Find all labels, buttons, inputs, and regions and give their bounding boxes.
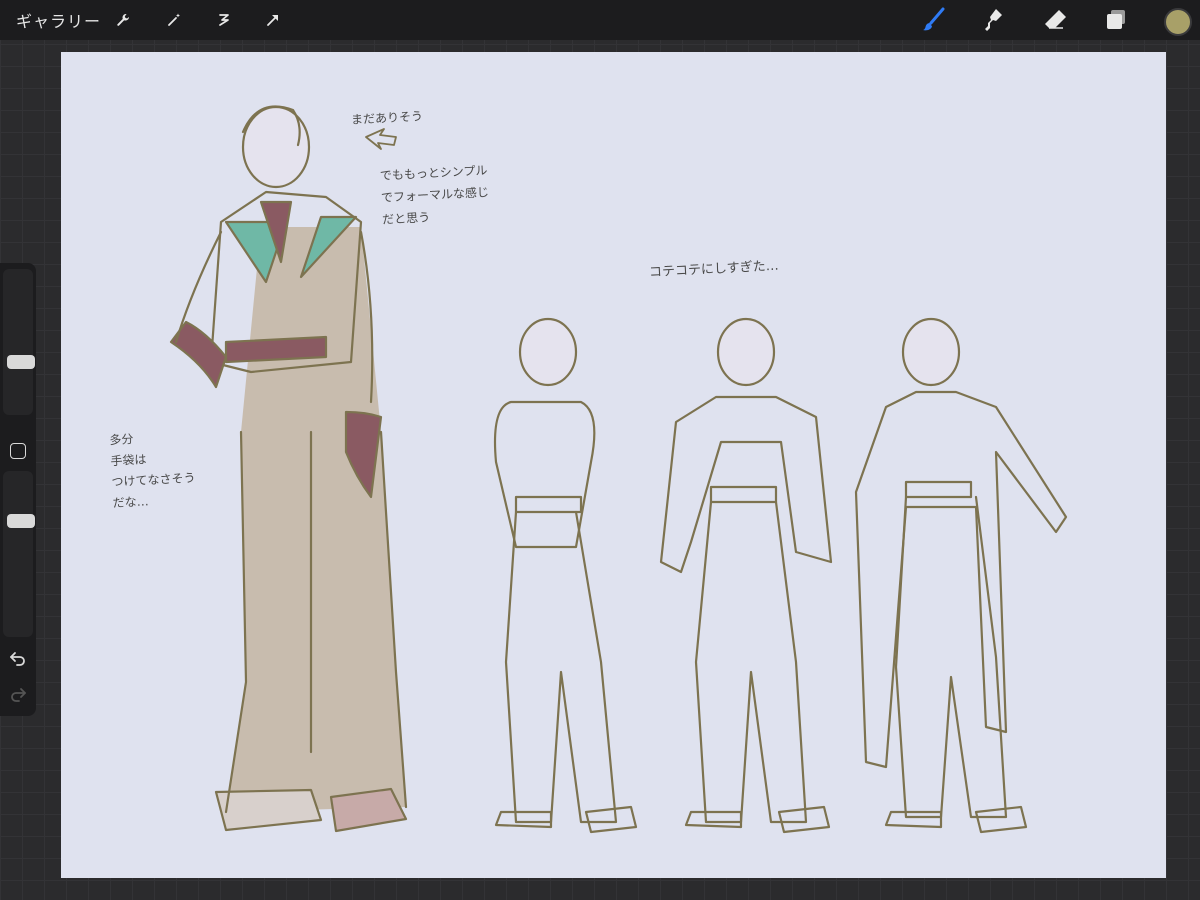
transform-icon[interactable] [260, 7, 286, 33]
color-swatch-button[interactable] [1164, 8, 1192, 36]
sketch-artwork [169, 105, 1068, 834]
selection-icon[interactable] [211, 7, 237, 33]
redo-icon[interactable] [9, 685, 27, 703]
figure-3-sketch [659, 317, 833, 834]
layers-icon[interactable] [1102, 6, 1130, 34]
gallery-button[interactable]: ギャラリー [16, 8, 101, 32]
brush-size-slider[interactable] [3, 269, 35, 415]
brush-size-thumb[interactable] [7, 355, 35, 369]
eraser-icon[interactable] [1041, 6, 1069, 34]
note-1: まだありそう [350, 109, 424, 127]
opacity-thumb[interactable] [7, 514, 35, 528]
wrench-icon[interactable] [110, 7, 136, 33]
figure-1-colored [169, 105, 408, 833]
smudge-icon[interactable] [980, 6, 1008, 34]
note-4: 多分 手袋は つけてなさそう だな… [109, 431, 196, 511]
left-sidebar [0, 263, 36, 716]
modify-button[interactable] [10, 443, 26, 459]
magic-wand-icon[interactable] [161, 7, 187, 33]
note-2: でももっとシンプル でフォーマルな感じ だと思う [379, 163, 490, 227]
undo-icon[interactable] [9, 649, 27, 667]
figure-2-sketch [493, 317, 638, 834]
top-toolbar: ギャラリー [0, 0, 1200, 40]
brush-icon[interactable] [920, 6, 948, 34]
figure-4-sketch [854, 317, 1068, 834]
opacity-slider[interactable] [3, 471, 35, 637]
arrow-doodle [365, 128, 397, 150]
drawing-canvas[interactable]: まだありそう でももっとシンプル でフォーマルな感じ だと思う コテコテにしすぎ… [61, 52, 1166, 878]
